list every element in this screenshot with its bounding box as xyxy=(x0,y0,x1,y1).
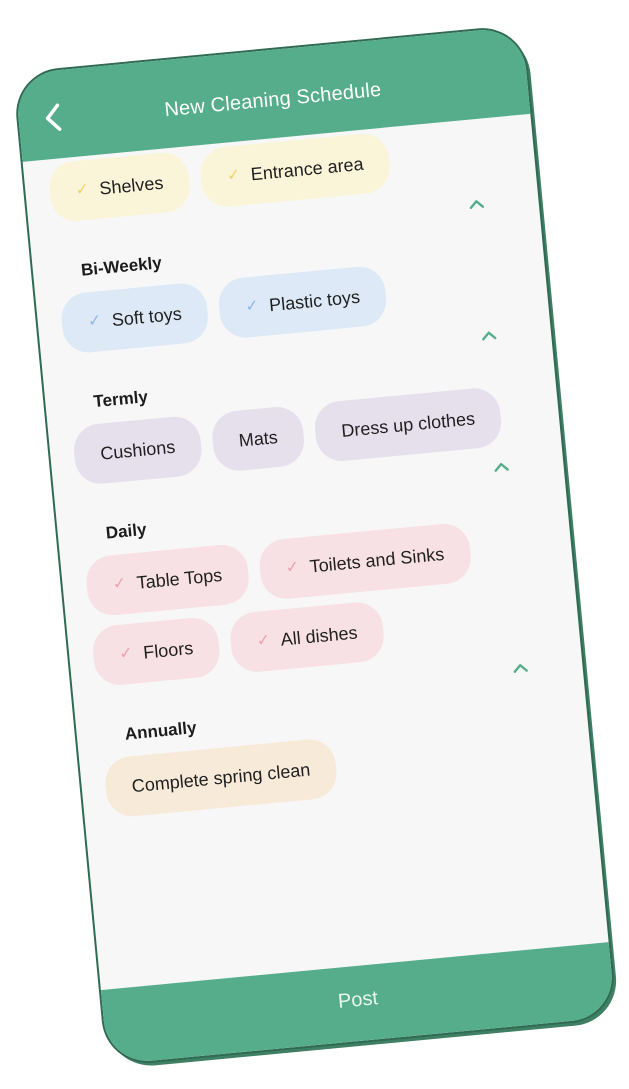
chip-label: Plastic toys xyxy=(268,286,361,315)
section-title: Daily xyxy=(105,519,148,543)
chip-label: Dress up clothes xyxy=(340,407,476,441)
check-icon: ✓ xyxy=(118,644,134,663)
chip-label: Complete spring clean xyxy=(130,758,312,796)
check-icon: ✓ xyxy=(111,574,127,594)
chip-toilets-and-sinks[interactable]: ✓ Toilets and Sinks xyxy=(257,521,473,602)
screen: New Cleaning Schedule ✓ Shelves ✓ Entran… xyxy=(0,0,629,1089)
check-icon: ✓ xyxy=(244,297,260,316)
check-icon: ✓ xyxy=(226,166,242,185)
chip-entrance-area[interactable]: ✓ Entrance area xyxy=(198,131,393,209)
chip-label: Cushions xyxy=(99,436,177,464)
chip-label: Entrance area xyxy=(249,153,365,184)
section-title: Termly xyxy=(92,387,149,412)
chevron-up-icon[interactable] xyxy=(510,660,531,676)
chip-label: All dishes xyxy=(279,621,359,650)
chip-complete-spring-clean[interactable]: Complete spring clean xyxy=(103,737,339,819)
chevron-up-icon[interactable] xyxy=(478,328,499,344)
chevron-left-icon xyxy=(45,103,62,131)
chip-label: Floors xyxy=(142,637,195,663)
schedule-list[interactable]: ✓ Shelves ✓ Entrance area Bi-Weekly ✓ So… xyxy=(23,114,609,990)
page-title: New Cleaning Schedule xyxy=(163,78,383,121)
check-icon: ✓ xyxy=(284,558,300,577)
chip-mats[interactable]: Mats xyxy=(210,404,307,474)
section-title: Annually xyxy=(124,718,198,744)
chip-plastic-toys[interactable]: ✓ Plastic toys xyxy=(216,264,389,340)
chip-label: Toilets and Sinks xyxy=(308,543,446,577)
chip-dress-up-clothes[interactable]: Dress up clothes xyxy=(312,386,504,464)
chip-label: Table Tops xyxy=(135,564,223,593)
check-icon: ✓ xyxy=(87,312,103,331)
post-button-label: Post xyxy=(336,987,379,1013)
chip-label: Shelves xyxy=(98,172,165,199)
section-title: Bi-Weekly xyxy=(80,253,163,280)
check-icon: ✓ xyxy=(74,180,90,199)
phone-frame: New Cleaning Schedule ✓ Shelves ✓ Entran… xyxy=(14,26,616,1065)
check-icon: ✓ xyxy=(255,631,271,650)
chip-floors[interactable]: ✓ Floors xyxy=(90,615,222,688)
chip-all-dishes[interactable]: ✓ All dishes xyxy=(228,600,387,675)
chip-cushions[interactable]: Cushions xyxy=(71,414,204,487)
chip-shelves[interactable]: ✓ Shelves xyxy=(46,150,192,224)
chip-label: Mats xyxy=(237,426,279,451)
chip-label: Soft toys xyxy=(110,303,183,330)
chevron-up-icon[interactable] xyxy=(491,459,512,475)
chevron-up-icon[interactable] xyxy=(466,196,487,212)
chip-soft-toys[interactable]: ✓ Soft toys xyxy=(59,281,211,355)
back-button[interactable] xyxy=(35,99,72,136)
chip-table-tops[interactable]: ✓ Table Tops xyxy=(84,542,251,618)
